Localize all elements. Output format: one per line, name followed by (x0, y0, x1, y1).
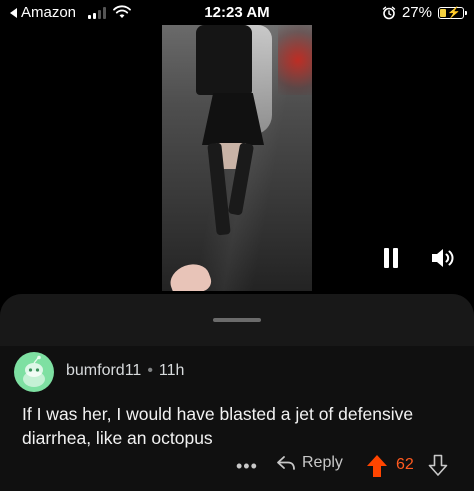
status-bar: Amazon 12:23 AM 27% ⚡ (0, 0, 474, 26)
battery-charging-icon: ⚡ (438, 6, 467, 19)
video-frame-figure-top (196, 25, 252, 95)
avatar[interactable] (14, 352, 54, 392)
comment-sheet: bumford11 • 11h If I was her, I would ha… (0, 294, 474, 491)
comment-author[interactable]: bumford11 (66, 362, 141, 380)
reply-label: Reply (302, 454, 343, 471)
comment-age: 11h (158, 362, 185, 379)
vote-count: 62 (396, 456, 414, 473)
more-options-button[interactable]: ••• (236, 456, 258, 477)
comment-meta: bumford11 • 11h (66, 362, 184, 380)
comment-body: If I was her, I would have blasted a jet… (22, 404, 414, 448)
video-frame-light (278, 25, 312, 95)
reply-arrow-icon (277, 456, 295, 470)
alarm-icon (382, 6, 396, 19)
pause-icon[interactable] (384, 248, 398, 268)
drag-handle[interactable] (213, 318, 261, 322)
video-player[interactable] (162, 25, 312, 291)
meta-separator: • (147, 362, 153, 379)
comment-actions: ••• Reply 62 (0, 454, 474, 482)
downvote-icon[interactable] (428, 454, 448, 476)
status-right-group: 27% ⚡ (382, 4, 467, 21)
upvote-icon[interactable] (366, 454, 388, 478)
reply-button[interactable]: Reply (276, 454, 343, 472)
battery-percent: 27% (401, 4, 432, 21)
snoo-avatar-icon (23, 355, 45, 387)
volume-icon[interactable] (430, 246, 456, 270)
